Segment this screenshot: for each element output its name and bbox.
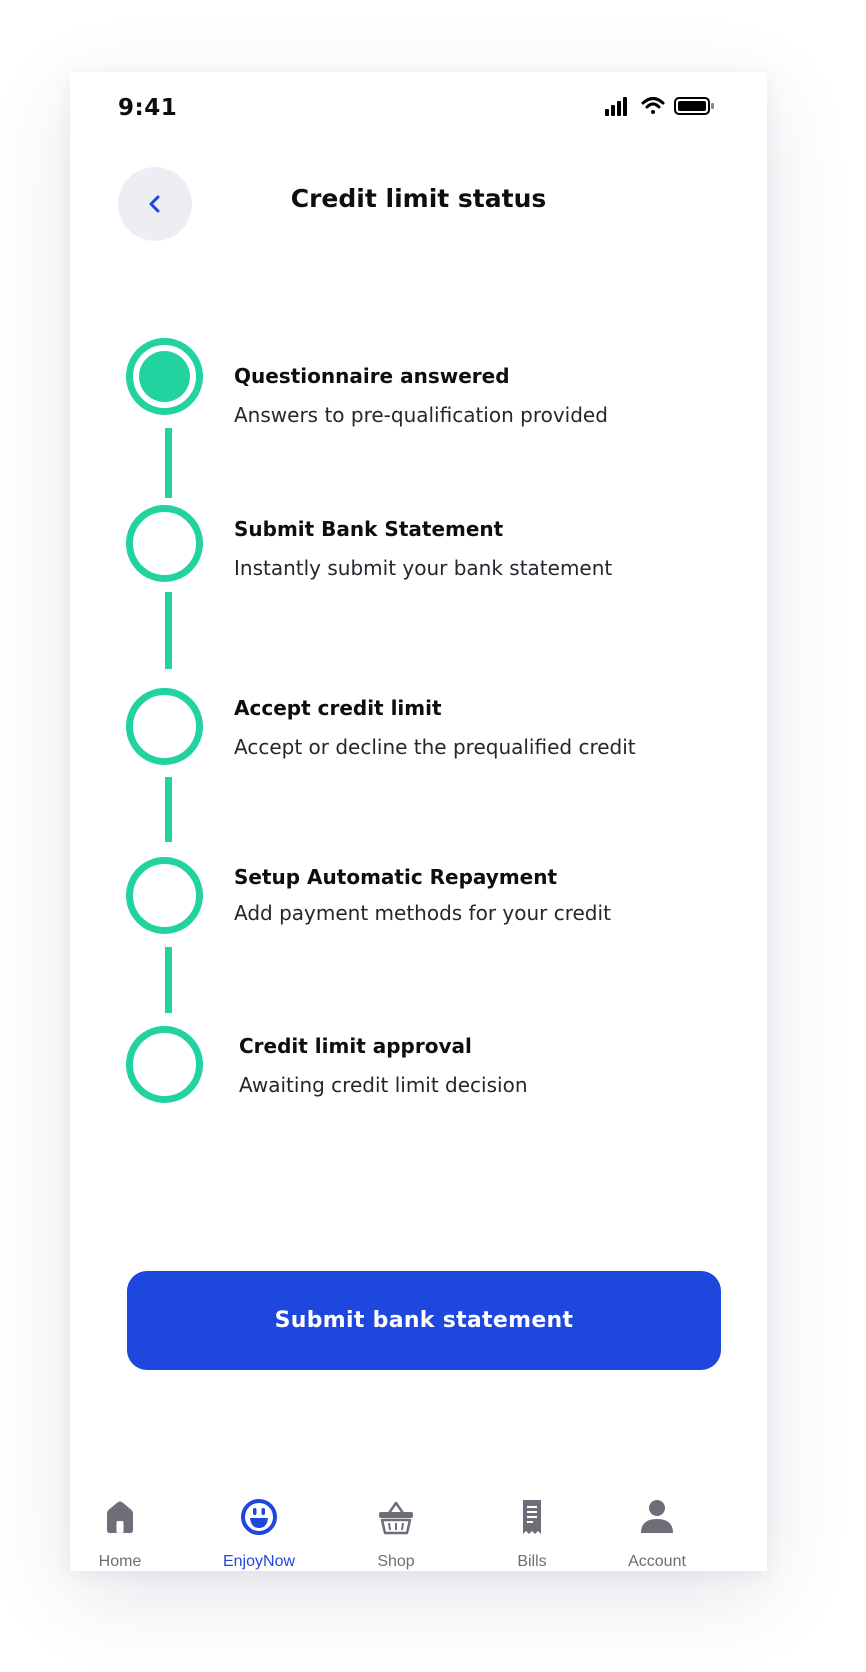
step-pending-indicator (126, 857, 203, 934)
status-icons (605, 97, 714, 116)
nav-item-shop[interactable]: Shop (341, 1497, 451, 1571)
step-description: Awaiting credit limit decision (239, 1073, 528, 1097)
submit-bank-statement-button[interactable]: Submit bank statement (127, 1271, 721, 1370)
step-complete-indicator (126, 338, 203, 415)
nav-item-bills[interactable]: Bills (477, 1497, 587, 1571)
step-pending-indicator (126, 505, 203, 582)
wifi-icon (641, 97, 665, 114)
step-description: Add payment methods for your credit (234, 901, 611, 925)
chevron-left-icon (149, 195, 160, 213)
home-icon (107, 1501, 133, 1533)
back-button[interactable] (118, 167, 192, 241)
nav-label: EnjoyNow (222, 1553, 296, 1570)
step-title: Setup Automatic Repayment (234, 865, 558, 889)
step-title: Accept credit limit (234, 696, 442, 720)
page-title: Credit limit status (290, 184, 547, 213)
step-connector (165, 428, 172, 498)
nav-label: Shop (377, 1553, 415, 1570)
nav-item-account[interactable]: Account (602, 1497, 712, 1571)
smiley-icon (241, 1499, 277, 1535)
nav-item-home[interactable]: Home (65, 1497, 175, 1571)
phone-screen: 9:41 Credit limit status Questionnaire a… (70, 72, 767, 1571)
step-connector (165, 592, 172, 669)
step-title: Questionnaire answered (234, 364, 510, 388)
step-pending-indicator (126, 688, 203, 765)
signal-icon (605, 97, 627, 116)
nav-label: Account (628, 1553, 686, 1570)
basket-icon (379, 1501, 413, 1535)
step-title: Credit limit approval (239, 1034, 472, 1058)
step-description: Accept or decline the prequalified credi… (234, 735, 636, 759)
nav-item-enjoynow[interactable]: EnjoyNow (204, 1497, 314, 1571)
receipt-icon (523, 1500, 541, 1534)
nav-label: Bills (517, 1553, 547, 1570)
step-connector (165, 947, 172, 1013)
step-description: Answers to pre-qualification provided (234, 403, 608, 427)
nav-label: Home (98, 1553, 142, 1570)
status-time: 9:41 (118, 95, 178, 121)
step-title: Submit Bank Statement (234, 517, 504, 541)
step-description: Instantly submit your bank statement (234, 556, 613, 580)
battery-icon (674, 97, 714, 115)
step-connector (165, 777, 172, 842)
person-icon (641, 1500, 673, 1533)
step-pending-indicator (126, 1026, 203, 1103)
